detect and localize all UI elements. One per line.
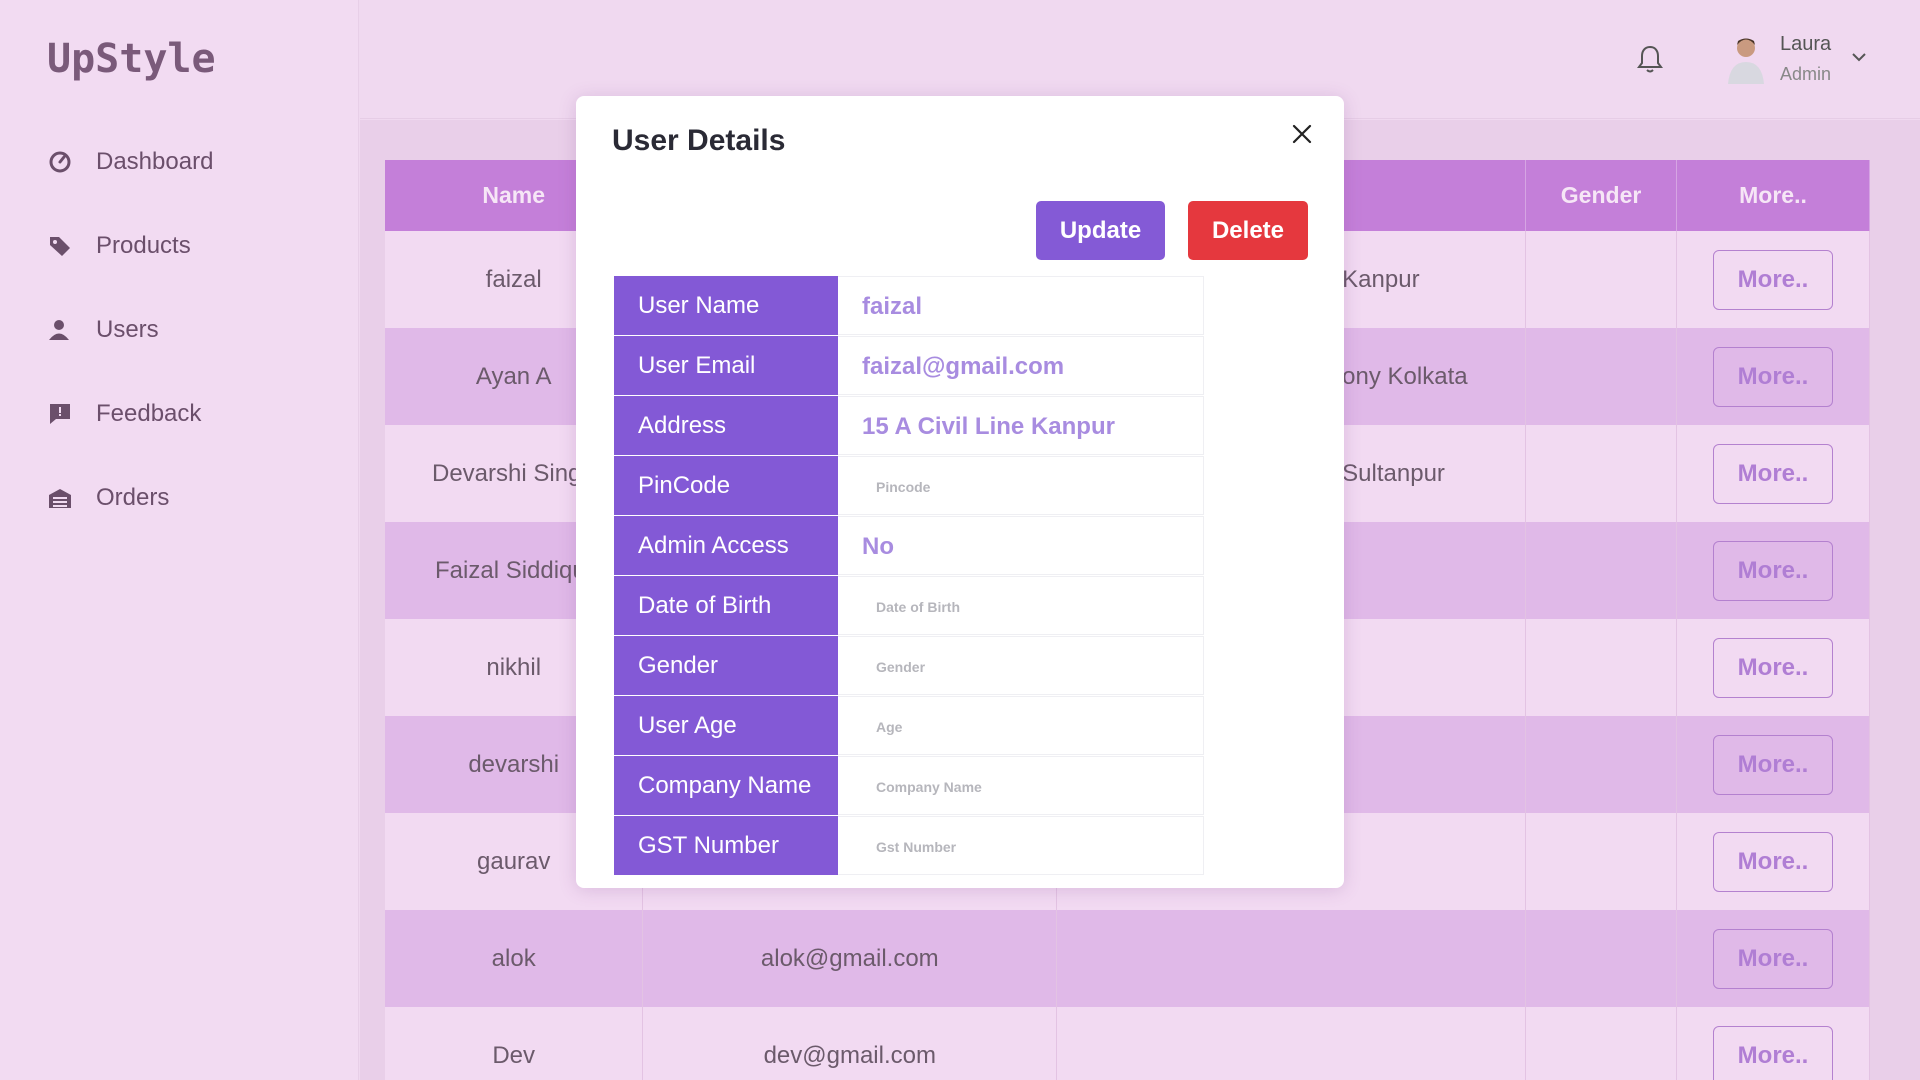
close-icon[interactable] — [1288, 120, 1316, 148]
user-name: Laura — [1780, 33, 1832, 55]
sidebar-item-products[interactable]: Products — [46, 226, 191, 266]
sidebar-item-feedback[interactable]: Feedback — [46, 394, 201, 434]
dashboard-icon — [46, 148, 74, 176]
address-value: 15 A Civil Line Kanpur — [862, 413, 1115, 440]
orders-icon — [46, 484, 74, 512]
detail-row-gender: Gender — [614, 636, 1204, 695]
cell-gender — [1525, 716, 1678, 813]
pincode-input[interactable] — [876, 475, 1176, 499]
detail-label: Gender — [614, 636, 838, 695]
sidebar-item-orders[interactable]: Orders — [46, 478, 169, 518]
detail-label: Address — [614, 396, 838, 455]
app-logo: UpStyle — [47, 36, 216, 82]
avatar[interactable] — [1724, 32, 1768, 84]
detail-label: Company Name — [614, 756, 838, 815]
cell-email: dev@gmail.com — [642, 1007, 1058, 1080]
column-header-more: More.. — [1676, 160, 1870, 231]
user-name-value: faizal — [862, 293, 923, 320]
detail-row-address: Address 15 A Civil Line Kanpur — [614, 396, 1204, 455]
cell-gender — [1525, 231, 1678, 328]
notification-bell-icon[interactable] — [1636, 44, 1664, 74]
sidebar-item-dashboard[interactable]: Dashboard — [46, 142, 213, 182]
table-row: alok alok@gmail.com More.. — [385, 910, 1870, 1007]
gender-input[interactable] — [876, 655, 1176, 679]
sidebar-item-users[interactable]: Users — [46, 310, 159, 350]
detail-label: User Name — [614, 276, 838, 335]
cell-address — [1056, 1007, 1527, 1080]
cell-address — [1056, 910, 1527, 1007]
chevron-down-icon[interactable] — [1849, 50, 1869, 64]
cell-gender — [1525, 619, 1678, 716]
gst-number-input[interactable] — [876, 835, 1176, 859]
cell-name: Dev — [385, 1007, 644, 1080]
user-details-modal: User Details Update Delete User Name fai… — [576, 96, 1344, 888]
cell-email: alok@gmail.com — [642, 910, 1058, 1007]
cell-gender — [1525, 522, 1678, 619]
detail-label: User Email — [614, 336, 838, 395]
detail-row-gst-number: GST Number — [614, 816, 1204, 875]
detail-row-date-of-birth: Date of Birth — [614, 576, 1204, 635]
sidebar-item-label: Dashboard — [96, 148, 214, 175]
age-input[interactable] — [876, 715, 1176, 739]
modal-title: User Details — [612, 124, 786, 157]
admin-access-value: No — [862, 533, 894, 560]
detail-label: GST Number — [614, 816, 838, 875]
user-icon — [46, 316, 74, 344]
detail-row-user-name: User Name faizal — [614, 276, 1204, 335]
more-button[interactable]: More.. — [1713, 928, 1834, 989]
detail-row-user-age: User Age — [614, 696, 1204, 755]
company-name-input[interactable] — [876, 775, 1176, 799]
detail-label: User Age — [614, 696, 838, 755]
column-header-gender: Gender — [1525, 160, 1678, 231]
cell-gender — [1525, 425, 1678, 522]
update-button[interactable]: Update — [1036, 201, 1165, 260]
cell-gender — [1525, 813, 1678, 910]
tag-icon — [46, 232, 74, 260]
more-button[interactable]: More.. — [1713, 831, 1834, 892]
more-button[interactable]: More.. — [1713, 1025, 1834, 1080]
detail-row-user-email: User Email faizal@gmail.com — [614, 336, 1204, 395]
more-button[interactable]: More.. — [1713, 346, 1834, 407]
cell-gender — [1525, 328, 1678, 425]
more-button[interactable]: More.. — [1713, 443, 1834, 504]
feedback-icon — [46, 400, 74, 428]
more-button[interactable]: More.. — [1713, 637, 1834, 698]
detail-row-company-name: Company Name — [614, 756, 1204, 815]
more-button[interactable]: More.. — [1713, 734, 1834, 795]
detail-label: PinCode — [614, 456, 838, 515]
detail-row-admin-access: Admin Access No — [614, 516, 1204, 575]
delete-button[interactable]: Delete — [1188, 201, 1308, 260]
date-of-birth-input[interactable] — [876, 595, 1176, 619]
table-row: Dev dev@gmail.com More.. — [385, 1007, 1870, 1080]
more-button[interactable]: More.. — [1713, 540, 1834, 601]
detail-label: Admin Access — [614, 516, 838, 575]
user-email-value: faizal@gmail.com — [862, 353, 1065, 380]
sidebar-item-label: Orders — [96, 484, 170, 511]
detail-label: Date of Birth — [614, 576, 838, 635]
sidebar-item-label: Feedback — [96, 400, 202, 427]
sidebar-item-label: Products — [96, 232, 191, 259]
more-button[interactable]: More.. — [1713, 249, 1834, 310]
cell-name: alok — [385, 910, 644, 1007]
cell-gender — [1525, 1007, 1678, 1080]
user-role: Admin — [1780, 64, 1832, 84]
detail-row-pincode: PinCode — [614, 456, 1204, 515]
sidebar-item-label: Users — [96, 316, 159, 343]
sidebar: UpStyle Dashboard Products Users Feedbac… — [0, 0, 359, 1080]
cell-gender — [1525, 910, 1678, 1007]
